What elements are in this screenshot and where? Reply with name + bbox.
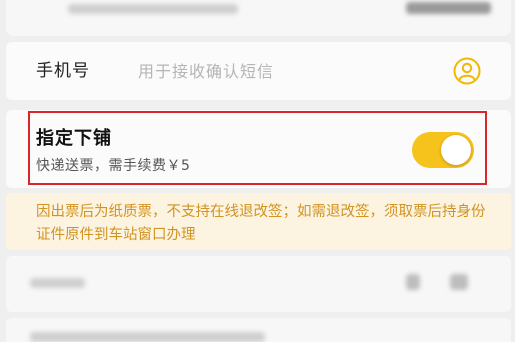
notice-text: 因出票后为纸质票，不支持在线退改签；如需退改签，须取票后持身份证件原件到车站窗口… bbox=[36, 204, 486, 243]
lower-berth-toggle[interactable] bbox=[412, 132, 474, 168]
blurred-icon bbox=[406, 274, 420, 290]
person-circle-icon[interactable] bbox=[453, 57, 481, 85]
phone-input[interactable] bbox=[138, 59, 418, 83]
blurred-text bbox=[30, 278, 85, 288]
phone-label: 手机号 bbox=[36, 61, 90, 81]
lower-berth-title: 指定下铺 bbox=[36, 128, 112, 149]
blurred-action bbox=[406, 2, 491, 14]
blurred-card-1 bbox=[6, 256, 511, 312]
blurred-card-top bbox=[6, 0, 511, 36]
blurred-text bbox=[68, 4, 238, 14]
toggle-knob bbox=[441, 135, 471, 165]
blurred-card-2 bbox=[6, 318, 511, 342]
phone-row: 手机号 bbox=[6, 42, 511, 100]
ticket-notice: 因出票后为纸质票，不支持在线退改签；如需退改签，须取票后持身份证件原件到车站窗口… bbox=[6, 193, 511, 250]
blurred-text bbox=[30, 332, 265, 342]
booking-form: 手机号 指定下铺 快递送票，需手续费￥5 因出票后为纸质票，不支持在线退改签；如… bbox=[0, 0, 515, 342]
blurred-icon bbox=[450, 274, 468, 290]
lower-berth-subtitle: 快递送票，需手续费￥5 bbox=[36, 158, 191, 174]
